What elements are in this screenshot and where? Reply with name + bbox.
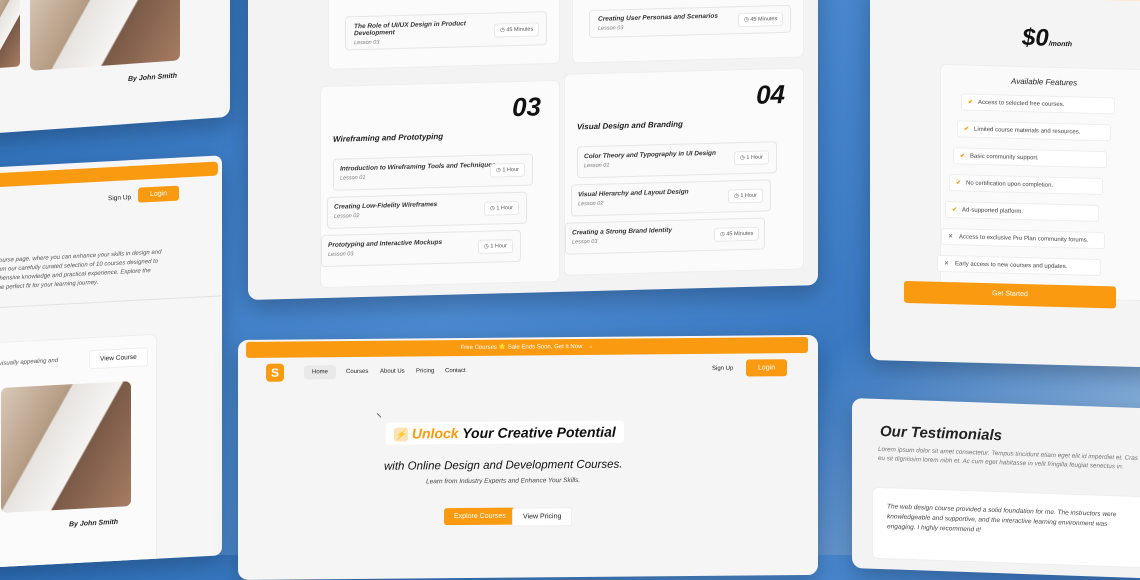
course-card-top-left: By John Smith [0, 0, 230, 135]
promo-banner[interactable]: Free Courses 🌟 Sale Ends Soon, Get It No… [246, 337, 808, 358]
login-button[interactable]: Login [138, 185, 180, 203]
explore-courses-button[interactable]: Explore Courses [444, 507, 516, 526]
plan-price: $0/month [1022, 23, 1073, 52]
nav-courses[interactable]: Courses [346, 369, 368, 375]
lesson-item[interactable]: Introduction to Wireframing Tools and Te… [333, 153, 533, 191]
features-panel: Available Features ✔ Access to selected f… [937, 63, 1140, 302]
arrow-right-icon: → [584, 343, 594, 350]
signup-link[interactable]: Sign Up [108, 194, 131, 202]
lesson-item[interactable]: Visual Hierarchy and Layout Design Lesson… [571, 179, 771, 217]
nav-about-us[interactable]: About Us [380, 369, 405, 375]
hero-headline: ⚡ Unlock Your Creative Potential [386, 420, 624, 446]
duration-badge: ◷ 45 Minutes [738, 11, 784, 28]
features-title: Available Features [1011, 76, 1078, 88]
course-card: visually appealing and View Course By Jo… [0, 333, 157, 568]
module-title: Visual Design and Branding [577, 119, 683, 132]
close-icon: ✕ [944, 260, 950, 268]
duration-badge: ◷ 1 Hour [734, 150, 769, 166]
pricing-card: $0/month Available Features ✔ Access to s… [870, 0, 1140, 368]
duration-badge: ◷ 1 Hour [484, 200, 519, 216]
top-banner [0, 161, 218, 188]
section-title: Our Testimonials [880, 422, 1002, 445]
plan-header [950, 0, 1140, 2]
check-icon: ✔ [964, 126, 970, 133]
module-card: Creating User Personas and Scenarios Les… [572, 0, 804, 64]
duration-badge: ◷ 45 Minutes [714, 226, 760, 242]
module-number: 04 [756, 78, 785, 110]
lesson-item[interactable]: The Role of UI/UX Design in Product Deve… [345, 11, 547, 51]
module-number: 03 [512, 91, 541, 123]
check-icon: ✔ [956, 180, 962, 187]
curriculum-card: The Role of UI/UX Design in Product Deve… [248, 0, 818, 300]
author-name: By John Smith [69, 518, 119, 529]
feature-item: ✔ Basic community support. [953, 147, 1107, 169]
duration-badge: ◷ 1 Hour [490, 162, 525, 178]
duration-badge: ◷ 1 Hour [728, 188, 763, 204]
module-title: Wireframing and Prototyping [333, 131, 444, 144]
logo[interactable]: S [266, 363, 284, 382]
course-description: visually appealing and [0, 357, 59, 368]
view-course-button[interactable]: View Course [89, 347, 148, 370]
feature-item: ✕ Access to exclusive Pro Plan community … [941, 227, 1105, 250]
section-lede: Lorem ipsum dolor sit amet consectetur. … [878, 445, 1138, 471]
view-pricing-button[interactable]: View Pricing [512, 507, 573, 527]
feature-item: ✔ No certification upon completion. [949, 174, 1103, 196]
lesson-item[interactable]: Creating a Strong Brand Identity Lesson 0… [565, 217, 765, 255]
feature-item: ✔ Ad-supported platform. [945, 200, 1099, 222]
testimonials-card: Our Testimonials Lorem ipsum dolor sit a… [852, 398, 1140, 579]
course-image [30, 0, 180, 71]
course-image-secondary [0, 0, 20, 69]
login-button[interactable]: Login [746, 359, 788, 377]
testimonial-card: The web design course provided a solid f… [872, 486, 1140, 569]
hero-tagline: Learn from Industry Experts and Enhance … [426, 477, 581, 486]
testimonial-quote: The web design course provided a solid f… [887, 503, 1117, 534]
module-card-03: 03 Wireframing and Prototyping Introduct… [320, 79, 560, 289]
lesson-item[interactable]: Creating User Personas and Scenarios Les… [589, 4, 791, 39]
lesson-item[interactable]: Color Theory and Typography in UI Design… [577, 141, 777, 179]
signup-link[interactable]: Sign Up [712, 366, 733, 372]
get-started-button[interactable]: Get Started [904, 280, 1116, 309]
nav-home[interactable]: Home [304, 365, 337, 380]
nav-contact[interactable]: Contact [445, 368, 466, 374]
lesson-item[interactable]: Creating Low-Fidelity Wireframes Lesson 0… [327, 191, 527, 229]
course-image [1, 381, 131, 513]
hero-subheadline: with Online Design and Development Cours… [384, 458, 623, 473]
feature-item: ✔ Access to selected free courses. [961, 93, 1115, 115]
duration-badge: ◷ 1 Hour [478, 239, 513, 254]
check-icon: ✔ [952, 207, 958, 214]
close-icon: ✕ [948, 234, 954, 241]
module-card: The Role of UI/UX Design in Product Deve… [328, 0, 560, 70]
module-card-04: 04 Visual Design and Branding Color Theo… [564, 67, 804, 276]
sparkle-icon: ⸌ [376, 410, 383, 425]
author-name: By John Smith [128, 72, 178, 83]
bolt-icon: ⚡ [394, 427, 408, 442]
divider [0, 295, 222, 309]
check-icon: ✔ [968, 99, 974, 106]
intro-text: course page, where you can enhance your … [0, 249, 162, 292]
feature-item: ✕ Early access to new courses and updates… [937, 254, 1101, 277]
check-icon: ✔ [960, 153, 966, 160]
nav-pricing[interactable]: Pricing [416, 368, 434, 374]
feature-item: ✔ Limited course materials and resources. [957, 120, 1111, 142]
hero-card: Free Courses 🌟 Sale Ends Soon, Get It No… [238, 334, 818, 580]
courses-page-card: Sign Up Login course page, where you can… [0, 155, 222, 568]
duration-badge: ◷ 45 Minutes [494, 22, 540, 38]
lesson-item[interactable]: Prototyping and Interactive Mockups Lesso… [321, 229, 521, 268]
